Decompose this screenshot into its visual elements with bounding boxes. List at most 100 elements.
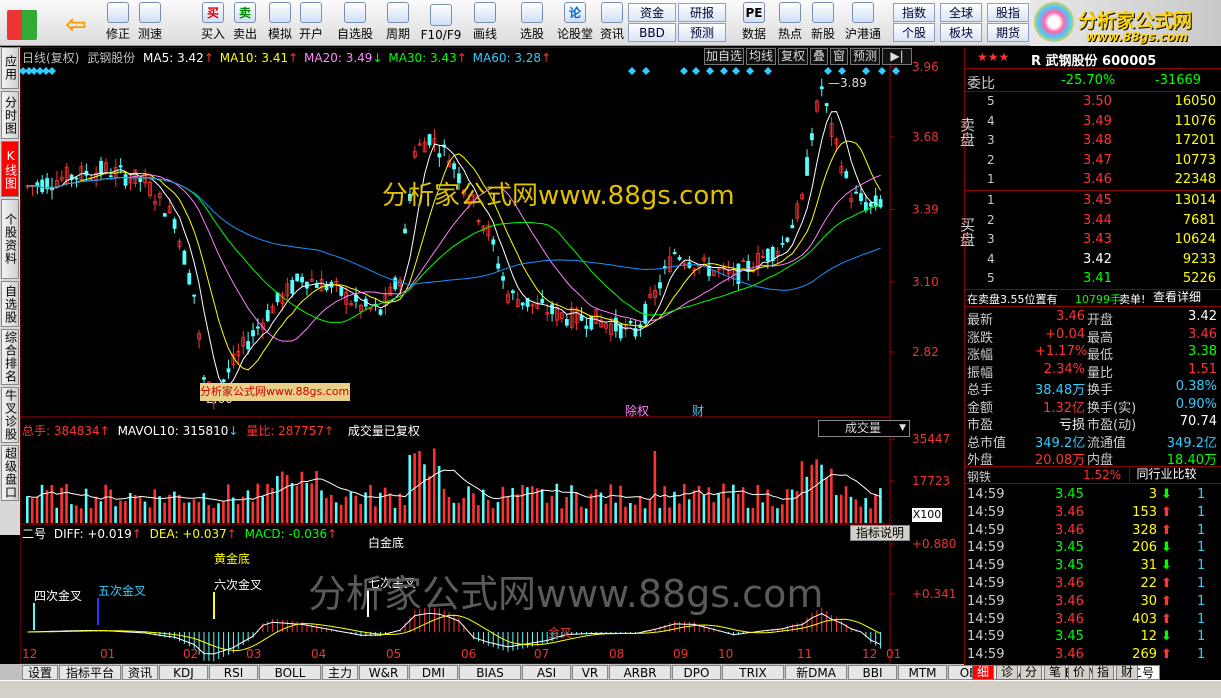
detail-button[interactable]: 查看详细 (1153, 290, 1219, 306)
left-tab[interactable]: 超级盘口 (1, 445, 19, 501)
indicator-tab[interactable]: BIAS (459, 665, 521, 680)
clock-button[interactable]: 周期 (379, 2, 417, 44)
volume-indicator-select[interactable]: 成交量 ▼ (818, 420, 910, 437)
left-tab[interactable]: 分时图 (1, 91, 19, 139)
volume-bar (79, 508, 83, 523)
quote-bottom-tab[interactable]: 财 (1116, 665, 1138, 680)
chart-header-button[interactable]: 加自选 (704, 48, 744, 65)
chart-header-button[interactable]: 窗 (830, 48, 848, 65)
chart-header-button[interactable]: 均线 (746, 48, 776, 65)
indicator-tab[interactable]: DPO (672, 665, 721, 680)
volume-bar (854, 499, 858, 523)
indicator-tab[interactable]: TRIX (722, 665, 784, 680)
left-tab[interactable]: K线图 (1, 141, 19, 197)
back-button[interactable]: ⇦ (60, 2, 92, 44)
sell-button[interactable]: 卖卖出 (230, 2, 260, 44)
volume-bar (722, 483, 725, 523)
indicator-tab[interactable]: KDJ (159, 665, 208, 680)
quick-button[interactable]: 预测 (678, 23, 726, 42)
weibi-pct: -25.70% (1061, 73, 1116, 88)
forum-button[interactable]: 论论股堂 (556, 2, 594, 44)
f10-button[interactable]: F10/F9 (420, 2, 462, 44)
left-tab[interactable]: 个股资料 (1, 199, 19, 279)
volume-bar (30, 498, 34, 523)
volume-bar (668, 507, 671, 523)
indicator-tab[interactable]: MTM (898, 665, 947, 680)
indicator-tab[interactable]: ARBR (609, 665, 671, 680)
quick-button[interactable]: 全球 (940, 3, 982, 22)
quick-button[interactable]: 指数 (893, 3, 935, 22)
volume-bar (207, 505, 211, 523)
candle-body (265, 310, 270, 321)
quote-bottom-tab[interactable]: 诊 (996, 665, 1018, 680)
indicator-tab[interactable]: 新DMA (785, 665, 847, 680)
chart-header-button[interactable]: 复权 (778, 48, 808, 65)
quick-button[interactable]: 资金 (628, 3, 676, 22)
indicator-tab[interactable]: ASI (522, 665, 571, 680)
volume-bar (285, 474, 289, 523)
chart-header-button[interactable]: 预测 (850, 48, 880, 65)
quote-bottom-tab[interactable]: 指 (1092, 665, 1114, 680)
volume-bar (594, 489, 598, 523)
hk-button[interactable]: 沪港通 (843, 2, 883, 44)
chart-header-button[interactable]: 叠 (810, 48, 828, 65)
speedtest-button[interactable]: 测速 (135, 2, 165, 44)
indicator-help-button[interactable]: 指标说明 (850, 525, 910, 541)
stat-label: 市盈(动) (1087, 418, 1137, 433)
sector-name: 钢铁 (967, 470, 992, 484)
stat-label: 总手 (967, 383, 994, 398)
quick-button[interactable]: 个股 (893, 23, 935, 42)
ipo-button[interactable]: 新股 (808, 2, 838, 44)
indicator-tab[interactable]: BOLL (259, 665, 321, 680)
sell-price: 3.46 (1083, 172, 1112, 187)
info-button[interactable]: 资讯 (597, 2, 627, 44)
quick-button[interactable]: BBD (628, 23, 676, 42)
candle-body (785, 237, 790, 242)
hammer-button[interactable]: 模拟 (265, 2, 295, 44)
buy-button[interactable]: 买买入 (198, 2, 228, 44)
volume-bar (148, 507, 152, 523)
quick-button[interactable]: 板块 (940, 23, 982, 42)
indicator-tab[interactable]: RSI (209, 665, 258, 680)
volume-bar (35, 496, 39, 523)
left-tab[interactable]: 应用 (1, 47, 19, 89)
x-axis-label: 05 (386, 647, 401, 661)
home-button[interactable] (4, 2, 40, 44)
indicator-tab[interactable]: 设置 (22, 665, 58, 680)
indicator-tab[interactable]: DMI (409, 665, 458, 680)
sector-compare-button[interactable]: 同行业比较 (1129, 467, 1203, 483)
notice-action: 卖单! (1119, 293, 1146, 306)
tick-time: 14:59 (967, 611, 1005, 627)
indicator-tab[interactable]: 资讯 (122, 665, 158, 680)
quote-bottom-tab[interactable]: 细 (972, 665, 994, 680)
lock-button[interactable]: 开户 (296, 2, 326, 44)
kline-chart-area[interactable]: 3.963.683.393.102.82—3.892.60除权财35447177… (19, 46, 964, 667)
quick-button[interactable]: 期货 (987, 23, 1029, 42)
toolbar-label: 热点 (777, 27, 802, 41)
quote-bottom-tab[interactable]: 价 (1068, 665, 1090, 680)
indicator-tab[interactable]: 指标平台 (59, 665, 121, 680)
indicator-tab[interactable]: VR (572, 665, 608, 680)
quick-button[interactable]: 股指 (987, 3, 1029, 22)
quote-bottom-tab[interactable]: 分 (1020, 665, 1042, 680)
quick-button[interactable]: 研报 (678, 3, 726, 22)
left-tab[interactable]: 综合排名 (1, 329, 19, 385)
indicator-tab[interactable]: 主力 (322, 665, 358, 680)
indicator-tab-bar: 设置 指标平台 资讯 KDJ RSI BOLL 主力 W&R DMI BIAS ASI VR ARBR D… (0, 664, 1160, 680)
candle-body (790, 224, 795, 229)
pe-button[interactable]: PE 数据 (737, 2, 771, 44)
indicator-tab[interactable]: BBI (848, 665, 897, 680)
stat-value: 349.2亿 (1166, 435, 1217, 451)
macd-dea-up-icon: ↑ (226, 527, 237, 541)
indicator-tab[interactable]: W&R (359, 665, 408, 680)
hot-button[interactable]: 热点 (775, 2, 805, 44)
star-button[interactable]: 自选股 (334, 2, 376, 44)
chart-header-button[interactable]: ▶| (882, 48, 912, 65)
down-arrow-icon: ⬇ (1161, 540, 1172, 556)
left-tab[interactable]: 牛叉诊股 (1, 387, 19, 443)
adjust-button[interactable]: 修正 (103, 2, 133, 44)
left-tab[interactable]: 自选股 (1, 281, 19, 327)
pencil-button[interactable]: 画线 (465, 2, 505, 44)
monitor-button[interactable]: 选股 (512, 2, 552, 44)
quote-bottom-tab[interactable]: 笔 (1044, 665, 1066, 680)
